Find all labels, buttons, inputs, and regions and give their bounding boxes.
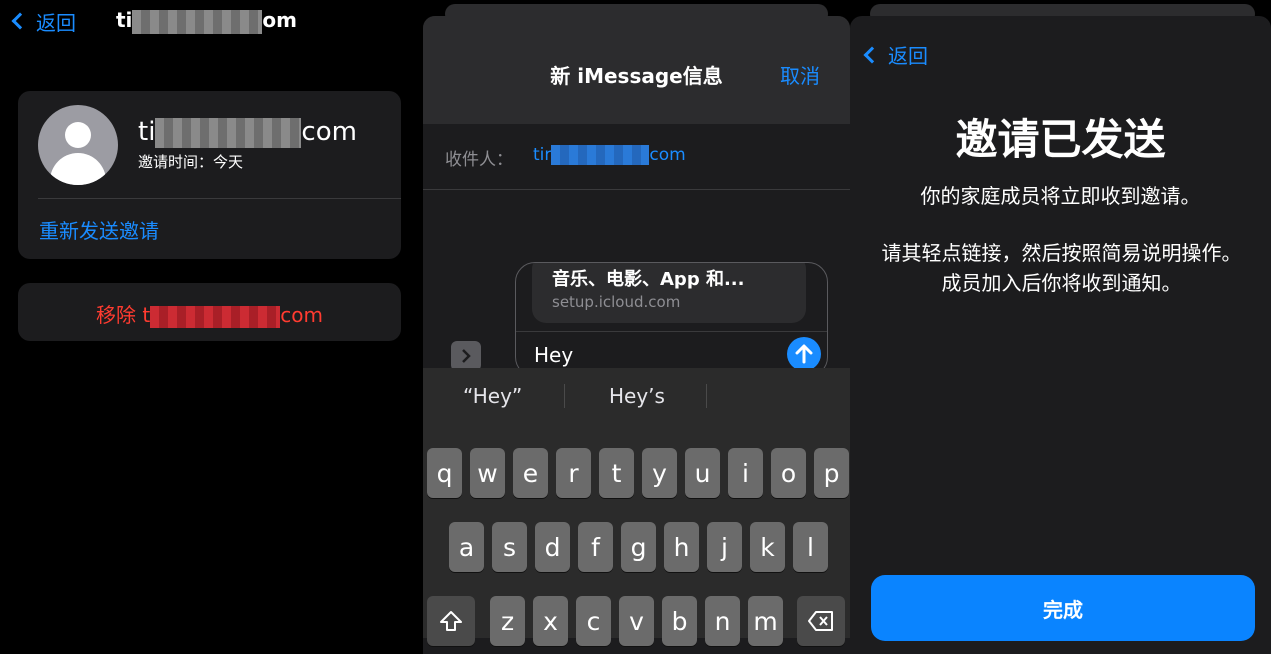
key-y[interactable]: y <box>642 448 677 498</box>
chevron-left-icon <box>11 12 29 30</box>
person-icon-head <box>65 122 91 148</box>
arrow-up-icon <box>795 344 813 364</box>
key-p[interactable]: p <box>814 448 849 498</box>
subtitle: 你的家庭成员将立即收到邀请。 <box>920 184 1201 208</box>
key-u[interactable]: u <box>685 448 720 498</box>
key-j[interactable]: j <box>707 522 742 572</box>
headline: 邀请已发送 <box>955 115 1166 164</box>
member-email: ti com <box>138 117 357 148</box>
redacted-email-block <box>132 9 263 34</box>
remove-label-suffix: com <box>280 303 323 327</box>
remove-member-button[interactable]: 移除 t com <box>18 283 401 341</box>
key-g[interactable]: g <box>621 522 656 572</box>
avatar <box>38 105 118 185</box>
member-detail-screen: 返回 ti om ti com 邀请时间：今天 重新发送邀请 移除 t com <box>0 0 420 654</box>
person-icon-body <box>50 153 106 185</box>
imessage-compose-screen: 新 iMessage信息 取消 收件人： tir com 音乐、电影、App 和.… <box>423 0 850 654</box>
backspace-icon <box>808 611 833 631</box>
recipient-field[interactable]: 收件人： tir com <box>423 124 850 190</box>
recipient-label: 收件人： <box>445 150 513 170</box>
link-preview-title: 音乐、电影、App 和... <box>552 269 745 290</box>
key-q[interactable]: q <box>427 448 462 498</box>
key-n[interactable]: n <box>705 596 740 646</box>
shift-key[interactable] <box>427 596 475 646</box>
key-o[interactable]: o <box>771 448 806 498</box>
divider <box>38 198 401 199</box>
invite-sent-screen: 返回 邀请已发送 你的家庭成员将立即收到邀请。 请其轻点链接，然后按照简易说明操… <box>850 0 1271 654</box>
member-email-prefix: ti <box>138 117 156 147</box>
redacted-email-block <box>155 117 302 148</box>
redacted-email-block <box>150 305 281 328</box>
cancel-button[interactable]: 取消 <box>780 60 820 89</box>
key-h[interactable]: h <box>664 522 699 572</box>
key-d[interactable]: d <box>535 522 570 572</box>
suggestion-item[interactable]: “Hey” <box>463 384 522 408</box>
key-t[interactable]: t <box>599 448 634 498</box>
suggestion-item[interactable]: Hey’s <box>609 384 665 408</box>
shift-icon <box>440 611 462 631</box>
done-button[interactable]: 完成 <box>871 575 1255 641</box>
key-f[interactable]: f <box>578 522 613 572</box>
invite-sent-sheet: 返回 邀请已发送 你的家庭成员将立即收到邀请。 请其轻点链接，然后按照简易说明操… <box>850 16 1271 654</box>
link-preview-card[interactable]: 音乐、电影、App 和... setup.icloud.com <box>532 263 806 323</box>
recipient-prefix: tir <box>533 145 552 165</box>
key-x[interactable]: x <box>533 596 568 646</box>
member-email-suffix: com <box>301 117 357 147</box>
app-drawer-button[interactable] <box>451 341 481 371</box>
member-card: ti com 邀请时间：今天 重新发送邀请 <box>18 91 401 259</box>
message-input[interactable]: Hey <box>534 343 573 367</box>
nav-title-suffix: om <box>262 8 298 32</box>
send-button[interactable] <box>787 337 821 371</box>
compose-header: 新 iMessage信息 取消 <box>423 16 850 124</box>
remove-label: 移除 t com <box>18 299 401 328</box>
back-label: 返回 <box>888 44 928 68</box>
nav-title-prefix: ti <box>116 8 133 32</box>
keyboard: “Hey” Hey’s qwertyuiop asdfghjkl zxcvbnm <box>423 368 850 646</box>
chevron-right-icon <box>462 349 471 363</box>
key-r[interactable]: r <box>556 448 591 498</box>
key-k[interactable]: k <box>750 522 785 572</box>
nav-title: ti om <box>116 8 297 34</box>
delete-key[interactable] <box>797 596 845 646</box>
key-v[interactable]: v <box>619 596 654 646</box>
key-a[interactable]: a <box>449 522 484 572</box>
resend-invite-button[interactable]: 重新发送邀请 <box>39 215 159 244</box>
key-l[interactable]: l <box>793 522 828 572</box>
remove-label-prefix: 移除 t <box>96 303 151 327</box>
message-compose-box[interactable]: 音乐、电影、App 和... setup.icloud.com Hey <box>515 262 828 377</box>
suggestion-divider <box>564 384 565 408</box>
key-e[interactable]: e <box>513 448 548 498</box>
divider <box>516 331 827 332</box>
key-w[interactable]: w <box>470 448 505 498</box>
suggestion-divider <box>706 384 707 408</box>
key-s[interactable]: s <box>492 522 527 572</box>
back-button[interactable]: 返回 <box>860 40 928 69</box>
screenshot-canvas: 返回 tiom ticom 邀请时间：今天 重新发送邀请 移除 tcom <box>0 0 1271 654</box>
invite-time: 邀请时间：今天 <box>138 153 244 171</box>
chevron-left-icon <box>863 46 881 63</box>
back-label: 返回 <box>36 10 76 35</box>
instructions: 请其轻点链接，然后按照简易说明操作。成员加入后你将收到通知。 <box>881 241 1242 295</box>
predictive-bar: “Hey” Hey’s <box>423 368 850 424</box>
key-m[interactable]: m <box>748 596 783 646</box>
key-c[interactable]: c <box>576 596 611 646</box>
back-button[interactable]: 返回 <box>8 6 76 36</box>
key-b[interactable]: b <box>662 596 697 646</box>
link-preview-url: setup.icloud.com <box>552 293 681 311</box>
recipient-suffix: com <box>649 145 686 165</box>
key-i[interactable]: i <box>728 448 763 498</box>
recipient-value: tir com <box>533 145 686 165</box>
key-z[interactable]: z <box>490 596 525 646</box>
redacted-email-block <box>551 145 650 165</box>
